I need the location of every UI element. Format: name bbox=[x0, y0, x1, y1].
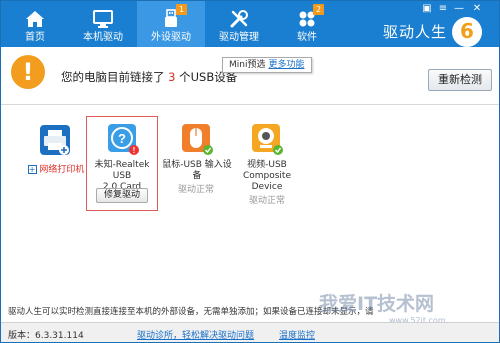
mouse-icon bbox=[182, 124, 213, 155]
driver-clinic-link[interactable]: 驱动诊所，轻松解决驱动问题 bbox=[137, 328, 254, 341]
status-bar: 版本：6.3.31.114 驱动诊所，轻松解决驱动问题 温度监控 bbox=[1, 322, 499, 342]
unknown-device-icon: ? ! bbox=[108, 124, 139, 155]
svg-text:!: ! bbox=[133, 146, 136, 155]
software-count-badge: 2 bbox=[313, 4, 324, 15]
tab-home[interactable]: 首页 bbox=[1, 1, 69, 47]
device-webcam-status: 驱动正常 bbox=[248, 196, 285, 206]
tooltip-text: Mini预选 bbox=[229, 60, 266, 70]
message-prefix: 您的电脑目前链接了 bbox=[61, 70, 165, 84]
tab-software-label: 软件 bbox=[297, 32, 317, 43]
tab-software[interactable]: 2 软件 bbox=[273, 1, 341, 47]
device-webcam[interactable]: 视频-USB Composite Device bbox=[229, 160, 305, 193]
skin-button[interactable]: ▣ bbox=[421, 4, 433, 14]
device-mouse-label: 鼠标-USB 输入设备 bbox=[162, 160, 232, 181]
add-icon: + bbox=[27, 165, 37, 174]
minimize-button[interactable]: — bbox=[453, 4, 465, 14]
webcam-icon bbox=[252, 124, 283, 155]
peripheral-count-badge: 1 bbox=[176, 4, 187, 15]
tab-local-drivers-label: 本机驱动 bbox=[83, 32, 123, 43]
device-webcam-line2: Composite Device bbox=[242, 171, 292, 192]
tab-driver-management-label: 驱动管理 bbox=[219, 32, 259, 43]
tab-peripheral-drivers-label: 外设驱动 bbox=[151, 32, 191, 43]
brand-logo: 6 bbox=[452, 17, 482, 47]
temperature-monitor-link[interactable]: 温度监控 bbox=[279, 328, 315, 341]
warning-icon: ! bbox=[11, 55, 45, 89]
device-mouse[interactable]: 鼠标-USB 输入设备 bbox=[161, 160, 233, 182]
more-features-link[interactable]: 更多功能 bbox=[268, 60, 304, 70]
home-icon bbox=[26, 11, 44, 27]
close-button[interactable]: ✕ bbox=[471, 4, 483, 14]
tab-driver-management[interactable]: 驱动管理 bbox=[205, 1, 273, 47]
device-count-message: 您的电脑目前链接了 3 个USB设备 bbox=[61, 69, 237, 85]
device-card-reader-line1: 未知-Realtek USB bbox=[94, 160, 150, 181]
device-mouse-status: 驱动正常 bbox=[177, 185, 214, 195]
top-nav-bar: 首页 本机驱动 1 外设驱动 驱动管理 2 软件 ▣ ≡ — ✕ 驱动人生 6 bbox=[1, 1, 499, 47]
brand-logo-glyph: 6 bbox=[460, 19, 474, 43]
monitor-icon bbox=[93, 10, 113, 28]
printer-icon[interactable] bbox=[38, 123, 72, 157]
device-network-printer[interactable]: + 网络打印机 bbox=[23, 165, 89, 176]
device-count: 3 bbox=[168, 70, 176, 84]
device-network-printer-label: 网络打印机 bbox=[39, 165, 85, 175]
status-banner: ! 您的电脑目前链接了 3 个USB设备 Mini预选 更多功能 重新检测 bbox=[1, 47, 499, 105]
tools-icon bbox=[230, 10, 248, 28]
redetect-button[interactable]: 重新检测 bbox=[428, 69, 492, 91]
version-label: 版本：6.3.31.114 bbox=[8, 331, 84, 341]
tab-peripheral-drivers[interactable]: 1 外设驱动 bbox=[137, 1, 205, 47]
repair-driver-button[interactable]: 修复驱动 bbox=[96, 188, 148, 203]
menu-button[interactable]: ≡ bbox=[437, 4, 449, 14]
svg-text:?: ? bbox=[118, 131, 126, 146]
tab-local-drivers[interactable]: 本机驱动 bbox=[69, 1, 137, 47]
tab-home-label: 首页 bbox=[25, 32, 45, 43]
driver-app-window: 首页 本机驱动 1 外设驱动 驱动管理 2 软件 ▣ ≡ — ✕ 驱动人生 6 … bbox=[0, 0, 500, 343]
watermark-main: 我爱IT技术网 bbox=[319, 293, 435, 315]
brand-name: 驱动人生 bbox=[383, 23, 448, 41]
device-webcam-line1: 视频-USB bbox=[247, 160, 287, 170]
mini-tooltip: Mini预选 更多功能 bbox=[222, 57, 312, 73]
